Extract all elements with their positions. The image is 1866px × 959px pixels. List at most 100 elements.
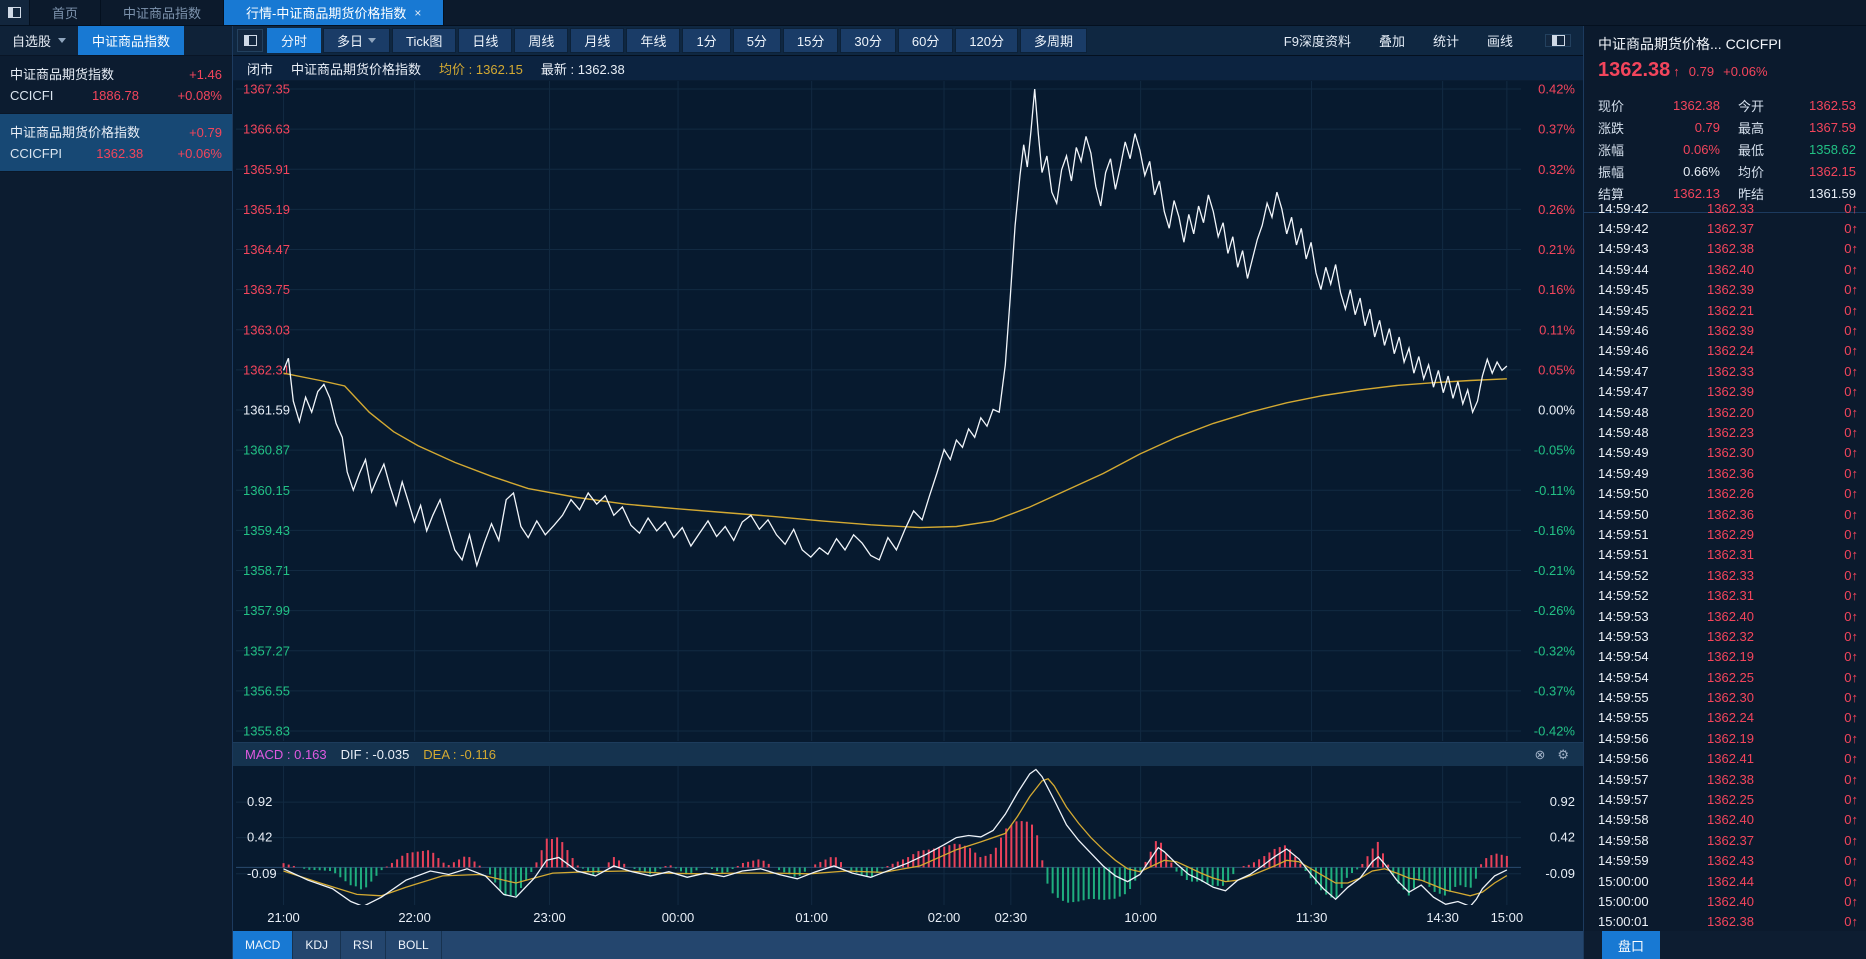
close-indicator-icon[interactable]: ⊗ xyxy=(1534,747,1545,763)
tick-volume: 0↑ xyxy=(1754,772,1866,787)
panel-toggle-icon xyxy=(1552,35,1565,46)
tick-volume-value: 0 xyxy=(1844,914,1851,929)
tick-volume: 0↑ xyxy=(1754,303,1866,318)
tick-row: 14:59:421362.330↑ xyxy=(1584,198,1866,218)
tick-price: 1362.37 xyxy=(1666,221,1754,236)
tick-price: 1362.40 xyxy=(1666,894,1754,909)
tick-volume: 0↑ xyxy=(1754,833,1866,848)
instrument-change-pct: +0.06% xyxy=(178,143,222,164)
tick-row: 15:00:001362.400↑ xyxy=(1584,891,1866,911)
watchlist-item-row: CCICFPI1362.38+0.06% xyxy=(10,143,222,164)
time-tick-00:00: 00:00 xyxy=(654,910,702,925)
tick-volume: 0↑ xyxy=(1754,262,1866,277)
tick-time: 14:59:49 xyxy=(1584,445,1666,460)
watchlist-group-tab[interactable]: 中证商品指数 xyxy=(78,26,184,55)
top-tab-0[interactable]: 首页 xyxy=(30,0,101,25)
instrument-change: +0.79 xyxy=(189,122,222,143)
indicator-tab-RSI[interactable]: RSI xyxy=(341,931,386,959)
period-button-多日[interactable]: 多日 xyxy=(323,28,390,53)
right-panel-toggle-button[interactable] xyxy=(1545,34,1571,47)
period-button-Tick图[interactable]: Tick图 xyxy=(392,28,456,53)
period-button-年线[interactable]: 年线 xyxy=(626,28,680,53)
indicator-tab-bar: MACDKDJRSIBOLL xyxy=(233,931,1583,959)
tick-volume-value: 0 xyxy=(1844,323,1851,338)
svg-text:1359.43: 1359.43 xyxy=(243,523,290,538)
tick-time: 14:59:50 xyxy=(1584,486,1666,501)
tick-volume: 0↑ xyxy=(1754,343,1866,358)
order-book-button[interactable]: 盘口 xyxy=(1602,931,1660,959)
tick-price: 1362.39 xyxy=(1666,384,1754,399)
quote-value: 1358.62 xyxy=(1766,142,1866,157)
tick-price: 1362.37 xyxy=(1666,833,1754,848)
tick-volume-value: 0 xyxy=(1844,425,1851,440)
svg-text:1364.47: 1364.47 xyxy=(243,242,290,257)
period-button-多周期[interactable]: 多周期 xyxy=(1020,28,1087,53)
period-button-label: 月线 xyxy=(584,31,610,50)
top-tab-1[interactable]: 中证商品指数 xyxy=(101,0,224,25)
watchlist-item-CCICFPI[interactable]: 中证商品期货价格指数+0.79CCICFPI1362.38+0.06% xyxy=(0,114,232,172)
tick-list[interactable]: 14:59:421362.330↑14:59:421362.370↑14:59:… xyxy=(1584,198,1866,930)
quote-label: 今开 xyxy=(1720,96,1766,115)
tab-close-icon[interactable]: × xyxy=(414,6,421,20)
tick-time: 14:59:55 xyxy=(1584,710,1666,725)
toolbar-link-0[interactable]: F9深度资料 xyxy=(1284,31,1351,50)
quote-code: CCICFPI xyxy=(1726,36,1782,52)
tick-price: 1362.43 xyxy=(1666,853,1754,868)
tick-direction-up-icon: ↑ xyxy=(1852,751,1859,766)
tick-volume: 0↑ xyxy=(1754,894,1866,909)
tick-row: 14:59:511362.290↑ xyxy=(1584,524,1866,544)
quote-label: 涨幅 xyxy=(1584,140,1628,159)
watchlist-item-CCICFI[interactable]: 中证商品期货指数+1.46CCICFI1886.78+0.08% xyxy=(0,56,232,114)
period-button-1分[interactable]: 1分 xyxy=(682,28,730,53)
market-status: 闭市 xyxy=(247,59,273,78)
toolbar-link-1[interactable]: 叠加 xyxy=(1379,31,1405,50)
instrument-code: CCICFPI xyxy=(10,143,62,164)
window-panel-toggle-button[interactable] xyxy=(0,0,30,25)
svg-text:-0.37%: -0.37% xyxy=(1534,683,1576,698)
macd-indicator-chart[interactable]: 0.920.920.420.42-0.09-0.09 xyxy=(233,766,1583,905)
tick-direction-up-icon: ↑ xyxy=(1852,853,1859,868)
tick-volume: 0↑ xyxy=(1754,323,1866,338)
period-button-30分[interactable]: 30分 xyxy=(840,28,895,53)
tick-direction-up-icon: ↑ xyxy=(1852,568,1859,583)
indicator-settings-gear-icon[interactable]: ⚙ xyxy=(1557,747,1569,763)
period-button-60分[interactable]: 60分 xyxy=(898,28,953,53)
toolbar-link-3[interactable]: 画线 xyxy=(1487,31,1513,50)
toolbar-link-2[interactable]: 统计 xyxy=(1433,31,1459,50)
indicator-tab-MACD[interactable]: MACD xyxy=(233,931,293,959)
period-button-月线[interactable]: 月线 xyxy=(570,28,624,53)
svg-text:-0.42%: -0.42% xyxy=(1534,724,1576,739)
period-button-15分[interactable]: 15分 xyxy=(783,28,838,53)
tick-time: 14:59:57 xyxy=(1584,792,1666,807)
period-button-120分[interactable]: 120分 xyxy=(955,28,1018,53)
period-button-周线[interactable]: 周线 xyxy=(514,28,568,53)
tick-volume: 0↑ xyxy=(1754,425,1866,440)
tick-row: 14:59:561362.190↑ xyxy=(1584,728,1866,748)
tick-volume: 0↑ xyxy=(1754,527,1866,542)
indicator-tab-BOLL[interactable]: BOLL xyxy=(386,931,442,959)
tick-price: 1362.44 xyxy=(1666,874,1754,889)
chart-panel-toggle-button[interactable] xyxy=(237,29,263,52)
tick-volume-value: 0 xyxy=(1844,751,1851,766)
intraday-price-chart[interactable]: 1367.350.42%1366.630.37%1365.910.32%1365… xyxy=(233,81,1583,741)
period-button-日线[interactable]: 日线 xyxy=(458,28,512,53)
quote-row-2: 涨幅0.06%最低1358.62 xyxy=(1584,138,1866,160)
period-button-分时[interactable]: 分时 xyxy=(267,28,321,53)
tick-price: 1362.39 xyxy=(1666,323,1754,338)
watchlist-group-dropdown[interactable]: 自选股 xyxy=(0,26,78,55)
tick-direction-up-icon: ↑ xyxy=(1852,833,1859,848)
tick-time: 14:59:49 xyxy=(1584,466,1666,481)
indicator-tab-KDJ[interactable]: KDJ xyxy=(293,931,341,959)
tick-direction-up-icon: ↑ xyxy=(1852,874,1859,889)
tick-volume: 0↑ xyxy=(1754,384,1866,399)
tick-volume: 0↑ xyxy=(1754,282,1866,297)
period-button-5分[interactable]: 5分 xyxy=(733,28,781,53)
tick-volume: 0↑ xyxy=(1754,629,1866,644)
top-tab-2[interactable]: 行情-中证商品期货价格指数× xyxy=(224,0,444,25)
period-button-label: 120分 xyxy=(969,31,1004,50)
period-button-label: 15分 xyxy=(797,31,824,50)
tick-time: 14:59:46 xyxy=(1584,343,1666,358)
svg-text:1366.63: 1366.63 xyxy=(243,122,290,137)
tick-price: 1362.33 xyxy=(1666,201,1754,216)
tick-row: 14:59:581362.400↑ xyxy=(1584,810,1866,830)
